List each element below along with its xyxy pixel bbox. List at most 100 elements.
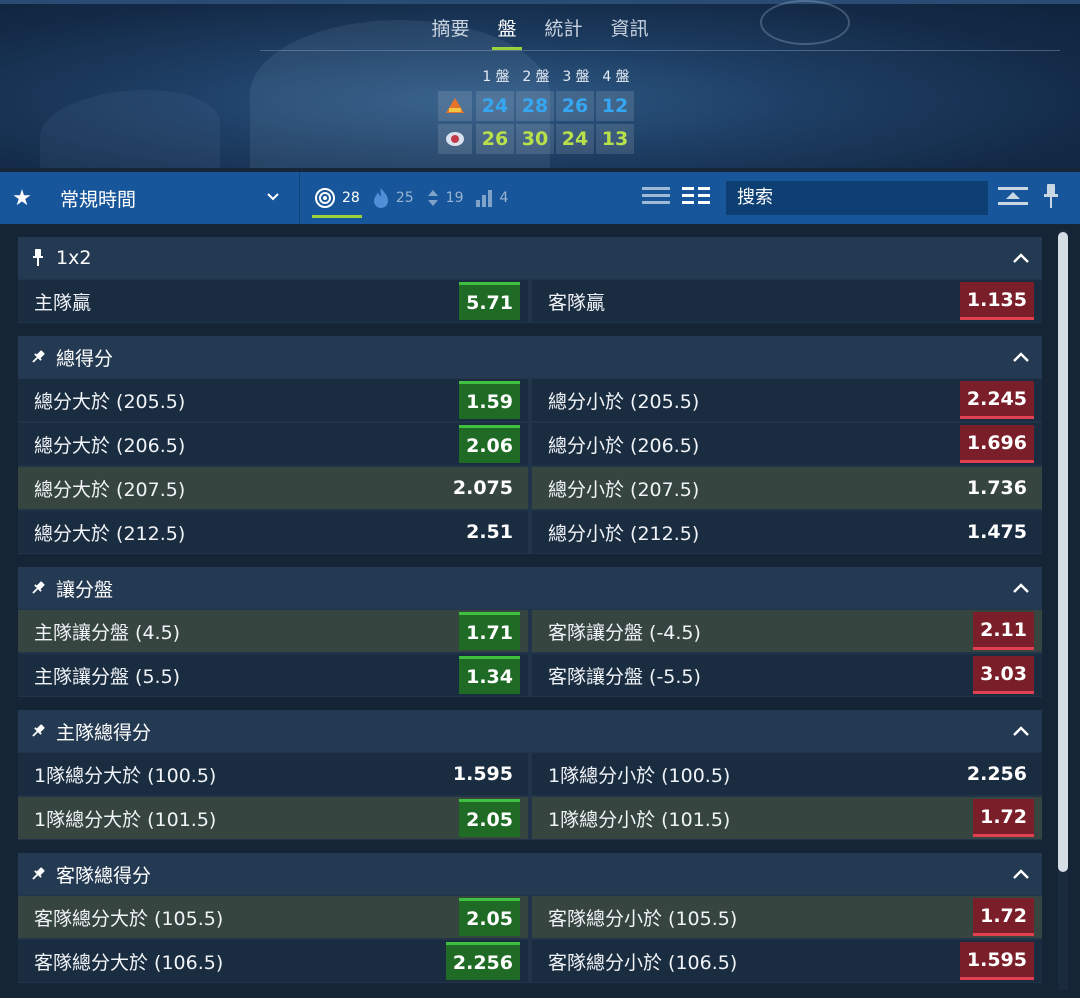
home-score-cell: 26: [556, 91, 594, 121]
away-team-logo-icon: [438, 124, 472, 154]
market-row: 1隊總分大於 (101.5) 2.05 1隊總分小於 (101.5) 1.72: [18, 797, 1042, 840]
selection-button[interactable]: 總分大於 (206.5) 2.06: [18, 423, 528, 465]
tab-summary[interactable]: 摘要: [429, 14, 471, 50]
selection-button[interactable]: 1隊總分大於 (101.5) 2.05: [18, 797, 528, 839]
market-header[interactable]: 1x2: [18, 237, 1042, 279]
chevron-up-icon[interactable]: [1012, 249, 1030, 271]
selection-button[interactable]: 總分大於 (212.5) 2.51: [18, 511, 528, 553]
odds-value: 2.256: [966, 763, 1027, 785]
favorite-star-icon[interactable]: ★: [0, 172, 44, 224]
market-title: 1x2: [56, 247, 92, 269]
odds-value: 1.475: [966, 521, 1027, 543]
home-score-cell: 24: [476, 91, 514, 121]
away-score-cell: 26: [476, 124, 514, 154]
home-score-cell: 28: [516, 91, 554, 121]
chevron-up-icon[interactable]: [1012, 722, 1030, 744]
two-column-view-icon[interactable]: [682, 185, 710, 211]
selection-name: 客隊總分小於 (106.5): [548, 951, 738, 974]
market-row: 客隊總分大於 (106.5) 2.256 客隊總分小於 (106.5) 1.595: [18, 940, 1042, 983]
collapse-all-icon[interactable]: [998, 185, 1028, 211]
odds-value: 1.34: [459, 656, 520, 694]
selection-name: 客隊讓分盤 (-5.5): [548, 665, 701, 688]
period-dropdown-label: 常規時間: [60, 188, 137, 211]
market-row: 主隊讓分盤 (4.5) 1.71 客隊讓分盤 (-4.5) 2.11: [18, 610, 1042, 653]
period-dropdown[interactable]: 常規時間: [44, 172, 300, 224]
selection-button[interactable]: 主隊讓分盤 (5.5) 1.34: [18, 654, 528, 696]
chevron-up-icon[interactable]: [1012, 579, 1030, 601]
market-header[interactable]: 總得分: [18, 336, 1042, 378]
pin-tilted-icon[interactable]: [30, 348, 46, 366]
updown-icon: [426, 188, 440, 208]
filter-popular[interactable]: 25: [372, 172, 414, 224]
market-group: 讓分盤 主隊讓分盤 (4.5) 1.71 客隊讓分盤 (-4.5) 2.11 主隊讓分盤 …: [18, 567, 1042, 697]
selection-button[interactable]: 客隊總分小於 (105.5) 1.72: [532, 896, 1042, 938]
scoreboard-home-row: 24 28 26 12: [438, 91, 636, 121]
tab-info[interactable]: 資訊: [609, 14, 651, 50]
odds-value: 1.595: [959, 942, 1034, 980]
selection-name: 客隊總分大於 (106.5): [34, 951, 224, 974]
selection-button[interactable]: 總分小於 (212.5) 1.475: [532, 511, 1042, 553]
selection-button[interactable]: 客隊贏 1.135: [532, 280, 1042, 322]
selection-button[interactable]: 總分大於 (205.5) 1.59: [18, 379, 528, 421]
filter-count: 25: [395, 190, 414, 206]
odds-value: 2.256: [445, 942, 520, 980]
selection-button[interactable]: 總分小於 (205.5) 2.245: [532, 379, 1042, 421]
odds-value: 3.03: [973, 656, 1034, 694]
tab-markets[interactable]: 盤: [492, 14, 522, 50]
selection-button[interactable]: 主隊讓分盤 (4.5) 1.71: [18, 610, 528, 652]
selection-button[interactable]: 主隊贏 5.71: [18, 280, 528, 322]
market-header[interactable]: 讓分盤: [18, 567, 1042, 609]
market-title: 總得分: [56, 347, 114, 370]
search-input[interactable]: [726, 181, 988, 215]
filter-count: 19: [445, 190, 464, 206]
filter-totals[interactable]: 19: [426, 172, 464, 224]
market-group: 客隊總得分 客隊總分大於 (105.5) 2.05 客隊總分小於 (105.5) 1.7…: [18, 853, 1042, 983]
away-score-cell: 24: [556, 124, 594, 154]
odds-value: 1.59: [459, 381, 520, 419]
selection-button[interactable]: 總分小於 (206.5) 1.696: [532, 423, 1042, 465]
period-header: 2 盤: [522, 69, 550, 85]
scrollbar-thumb[interactable]: [1058, 232, 1068, 872]
filter-handicap[interactable]: 4: [475, 172, 508, 224]
tab-stats[interactable]: 統計: [543, 14, 585, 50]
pin-icon[interactable]: [1044, 183, 1058, 213]
market-header[interactable]: 主隊總得分: [18, 710, 1042, 752]
market-row: 客隊總分大於 (105.5) 2.05 客隊總分小於 (105.5) 1.72: [18, 896, 1042, 939]
selection-name: 總分大於 (212.5): [34, 522, 186, 545]
selection-name: 1隊總分小於 (101.5): [548, 808, 731, 831]
odds-value: 2.51: [466, 521, 513, 543]
selection-button[interactable]: 客隊總分大於 (106.5) 2.256: [18, 940, 528, 982]
market-header[interactable]: 客隊總得分: [18, 853, 1042, 895]
selection-button[interactable]: 1隊總分小於 (100.5) 2.256: [532, 753, 1042, 795]
selection-name: 1隊總分小於 (100.5): [548, 764, 731, 787]
pin-tilted-icon[interactable]: [30, 579, 46, 597]
period-header: 4 盤: [602, 69, 630, 85]
chevron-up-icon[interactable]: [1012, 348, 1030, 370]
selection-name: 總分小於 (212.5): [548, 522, 700, 545]
market-group: 1x2 主隊贏 5.71 客隊贏 1.135: [18, 237, 1042, 323]
selection-button[interactable]: 客隊讓分盤 (-5.5) 3.03: [532, 654, 1042, 696]
scoreboard-period-headers: 1 盤 2 盤 3 盤 4 盤: [476, 66, 636, 88]
filter-count: 4: [499, 190, 509, 206]
selection-button[interactable]: 1隊總分大於 (100.5) 1.595: [18, 753, 528, 795]
market-row: 主隊讓分盤 (5.5) 1.34 客隊讓分盤 (-5.5) 3.03: [18, 654, 1042, 697]
selection-button[interactable]: 總分小於 (207.5) 1.736: [532, 467, 1042, 509]
selection-button[interactable]: 客隊總分小於 (106.5) 1.595: [532, 940, 1042, 982]
away-score-cell: 13: [596, 124, 634, 154]
selection-button[interactable]: 總分大於 (207.5) 2.075: [18, 467, 528, 509]
selection-button[interactable]: 客隊總分大於 (105.5) 2.05: [18, 896, 528, 938]
selection-button[interactable]: 客隊讓分盤 (-4.5) 2.11: [532, 610, 1042, 652]
scoreboard-away-row: 26 30 24 13: [438, 124, 636, 154]
selection-name: 1隊總分大於 (100.5): [34, 764, 217, 787]
filter-all[interactable]: 28: [312, 172, 362, 224]
tabs-divider: [260, 50, 1060, 51]
away-score-cell: 30: [516, 124, 554, 154]
pin-tilted-icon[interactable]: [30, 722, 46, 740]
list-view-icon[interactable]: [642, 185, 670, 211]
period-header: 3 盤: [562, 69, 590, 85]
selection-button[interactable]: 1隊總分小於 (101.5) 1.72: [532, 797, 1042, 839]
pin-icon[interactable]: [30, 248, 46, 268]
chevron-up-icon[interactable]: [1012, 865, 1030, 887]
pin-tilted-icon[interactable]: [30, 865, 46, 883]
selection-name: 客隊總分小於 (105.5): [548, 907, 738, 930]
